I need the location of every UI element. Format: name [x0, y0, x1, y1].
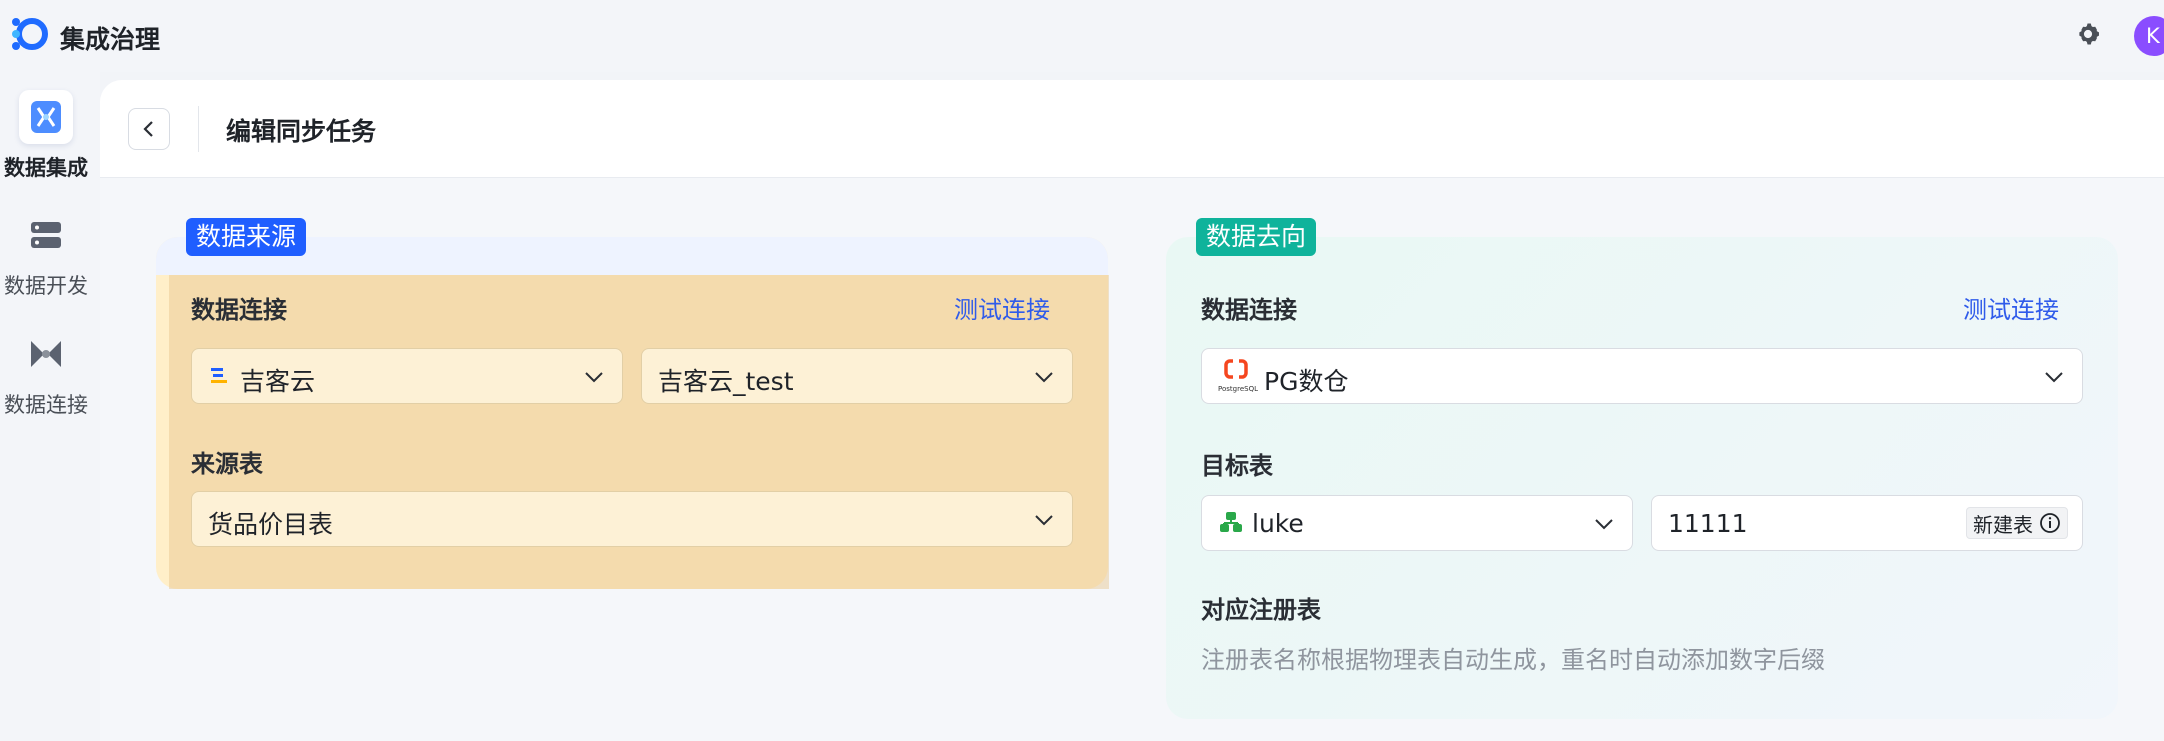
sidebar-item-data-integration[interactable]: 数据集成	[0, 90, 92, 182]
destination-schema-value: luke	[1252, 509, 1304, 538]
chevron-down-icon	[2045, 372, 2063, 383]
source-connection-label: 数据连接	[191, 296, 287, 324]
data-dev-icon	[31, 222, 61, 248]
top-bar: 集成治理 K	[0, 0, 2164, 72]
source-tag: 数据来源	[186, 218, 307, 256]
source-table-value: 货品价目表	[208, 510, 334, 539]
source-test-connection-link[interactable]: 测试连接	[954, 290, 1050, 325]
postgresql-icon	[1224, 359, 1248, 379]
source-connection-value: 吉客云	[240, 367, 316, 396]
gear-icon[interactable]	[2074, 20, 2102, 48]
back-button[interactable]	[128, 108, 170, 150]
sidebar-item-label: 数据连接	[4, 393, 88, 417]
sidebar-item-label: 数据集成	[4, 156, 88, 180]
chevron-down-icon	[585, 372, 603, 383]
destination-table-value: 11111	[1668, 509, 1748, 538]
new-table-button[interactable]: 新建表	[1966, 507, 2068, 539]
sidebar-item-data-connection[interactable]: 数据连接	[0, 327, 92, 419]
destination-connection-label: 数据连接	[1201, 296, 1297, 324]
chevron-down-icon	[1035, 515, 1053, 526]
source-instance-select[interactable]: 吉客云_test	[641, 348, 1073, 404]
sidebar-item-label: 数据开发	[4, 274, 88, 298]
destination-connection-select[interactable]: PostgreSQL PG数仓	[1201, 348, 2083, 404]
destination-schema-select[interactable]: luke	[1201, 495, 1633, 551]
destination-test-connection-link[interactable]: 测试连接	[1963, 290, 2059, 325]
jackyun-icon	[211, 368, 227, 383]
source-table-label: 来源表	[191, 450, 263, 478]
destination-connection-value: PG数仓	[1264, 367, 1349, 396]
destination-tag: 数据去向	[1196, 218, 1317, 256]
schema-icon	[1220, 512, 1242, 532]
chevron-down-icon	[1035, 372, 1053, 383]
sidebar-item-data-dev[interactable]: 数据开发	[0, 208, 92, 300]
info-icon	[2040, 513, 2060, 533]
sidebar: 数据集成 数据开发 数据连接	[0, 72, 100, 741]
app-title: 集成治理	[60, 25, 161, 54]
source-table-select[interactable]: 货品价目表	[191, 491, 1073, 547]
registry-table-label: 对应注册表	[1201, 596, 1321, 624]
chevron-left-icon	[143, 121, 153, 137]
data-connection-icon	[31, 341, 61, 367]
page-header: 编辑同步任务	[100, 80, 2164, 178]
postgresql-logo: PostgreSQL	[1218, 359, 1258, 393]
destination-table-input[interactable]: 11111 新建表	[1651, 495, 2083, 551]
data-integration-icon	[31, 101, 61, 133]
target-table-label: 目标表	[1201, 452, 1273, 480]
app-logo-icon	[12, 18, 48, 50]
avatar[interactable]: K	[2134, 16, 2164, 56]
main-panel: 编辑同步任务 数据来源 数据连接 测试连接 吉客云 吉客云_test 来源表 货…	[100, 80, 2164, 741]
page-title: 编辑同步任务	[226, 117, 377, 146]
source-instance-value: 吉客云_test	[658, 367, 794, 396]
source-connection-select[interactable]: 吉客云	[191, 348, 623, 404]
header-divider	[198, 106, 199, 152]
registry-table-hint: 注册表名称根据物理表自动生成，重名时自动添加数字后缀	[1201, 646, 1825, 674]
chevron-down-icon	[1595, 519, 1613, 530]
